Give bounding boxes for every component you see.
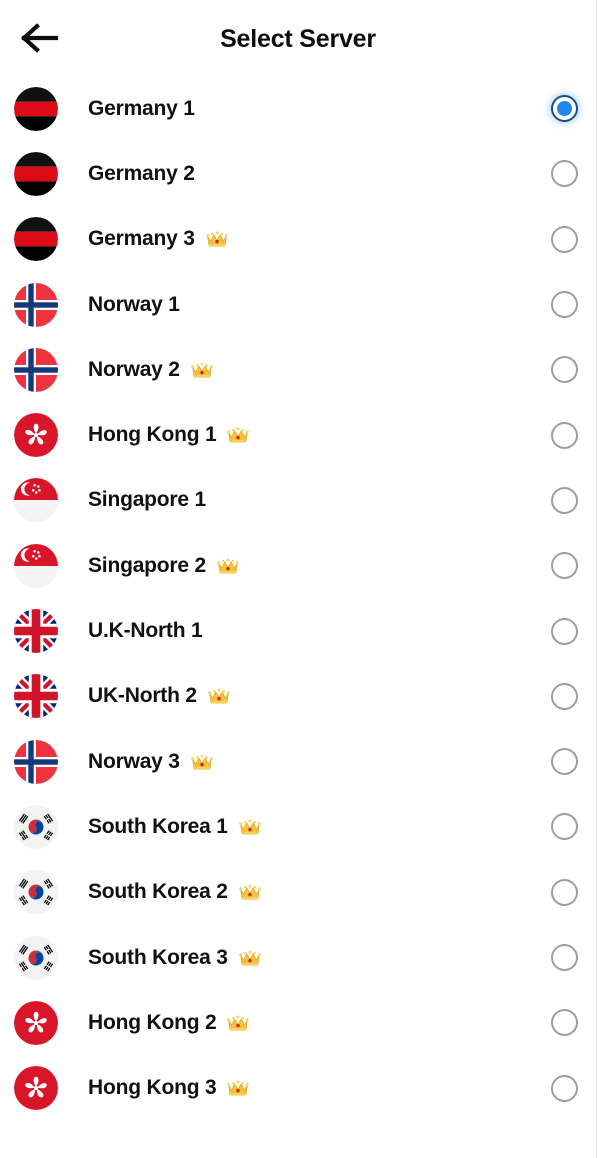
server-name: Hong Kong 2 (88, 1010, 217, 1034)
flag-icon-de (14, 217, 58, 262)
server-row[interactable]: Norway 1 (0, 271, 596, 338)
server-row[interactable]: Singapore 2 (0, 533, 596, 599)
server-row[interactable]: U.K-North 1 (0, 598, 596, 664)
crown-icon (227, 1080, 250, 1098)
flag-icon-kr (14, 870, 58, 915)
app-header: Select Server (0, 0, 596, 76)
flag-icon-gb (14, 609, 58, 654)
server-name: South Korea 3 (88, 945, 228, 969)
flag-icon-de (14, 86, 58, 131)
radio-button[interactable] (551, 225, 578, 253)
crown-icon (190, 754, 213, 772)
server-name: Hong Kong 1 (88, 423, 217, 447)
server-name: Norway 1 (88, 292, 180, 316)
radio-button[interactable] (551, 421, 578, 449)
server-name: Norway 2 (88, 357, 180, 381)
server-row[interactable]: Hong Kong 3 (0, 1055, 596, 1121)
server-name: Norway 3 (88, 749, 180, 773)
flag-icon-hk (14, 413, 58, 458)
flag-icon-hk (14, 1066, 58, 1111)
flag-icon-no (14, 282, 58, 327)
radio-button[interactable] (551, 291, 578, 319)
page-title: Select Server (220, 24, 376, 53)
crown-icon (238, 819, 261, 837)
flag-icon-de (14, 151, 58, 196)
crown-icon (190, 362, 213, 380)
server-name: Germany 3 (88, 227, 195, 251)
server-row[interactable]: Norway 3 (0, 728, 596, 795)
crown-icon (227, 427, 250, 445)
server-name: Singapore 1 (88, 488, 206, 512)
server-row[interactable]: Germany 3 (0, 206, 596, 272)
radio-button-selected[interactable] (551, 95, 578, 123)
flag-icon-no (14, 347, 58, 392)
radio-button[interactable] (551, 878, 578, 906)
radio-button[interactable] (551, 486, 578, 514)
select-server-screen: Select Server Germany 1 Germany 2 Germany … (0, 0, 597, 1158)
server-name: U.K-North 1 (88, 619, 203, 643)
crown-icon (238, 950, 261, 968)
flag-icon-kr (14, 935, 58, 980)
server-row[interactable]: Norway 2 (0, 337, 596, 403)
radio-button[interactable] (551, 617, 578, 645)
server-name: South Korea 1 (88, 814, 228, 838)
flag-icon-no (14, 739, 58, 784)
back-button[interactable] (14, 14, 66, 62)
flag-icon-kr (14, 804, 58, 849)
radio-button[interactable] (551, 748, 578, 776)
server-row[interactable]: South Korea 1 (0, 794, 596, 860)
server-row[interactable]: Hong Kong 2 (0, 990, 596, 1056)
radio-button[interactable] (551, 160, 578, 188)
flag-icon-sg (14, 543, 58, 588)
radio-button[interactable] (551, 552, 578, 580)
server-row[interactable]: Singapore 1 (0, 467, 596, 534)
server-row[interactable]: Hong Kong 1 (0, 402, 596, 468)
arrow-left-icon (21, 23, 59, 53)
server-row[interactable]: South Korea 2 (0, 859, 596, 925)
server-name: Germany 1 (88, 96, 195, 120)
radio-button[interactable] (551, 1074, 578, 1102)
radio-button[interactable] (551, 356, 578, 384)
server-row[interactable]: South Korea 3 (0, 924, 596, 991)
crown-icon (217, 558, 239, 576)
flag-icon-gb (14, 674, 58, 719)
crown-icon (208, 688, 230, 706)
server-row[interactable]: Germany 1 (0, 76, 596, 142)
crown-icon (227, 1015, 250, 1033)
radio-button[interactable] (551, 813, 578, 841)
server-name: Germany 2 (88, 161, 195, 185)
crown-icon (205, 231, 228, 249)
radio-button[interactable] (551, 944, 578, 971)
server-name: South Korea 2 (88, 880, 228, 904)
server-row[interactable]: Germany 2 (0, 141, 596, 207)
server-name: Hong Kong 3 (88, 1076, 217, 1100)
radio-button[interactable] (551, 682, 578, 710)
radio-button[interactable] (551, 1009, 578, 1037)
server-row[interactable]: UK-North 2 (0, 663, 596, 729)
flag-icon-sg (14, 478, 58, 523)
flag-icon-hk (14, 1000, 58, 1045)
server-name: Singapore 2 (88, 553, 206, 577)
server-list: Germany 1 Germany 2 Germany 3 Norway 1 Norwa… (0, 76, 596, 1121)
server-name: UK-North 2 (88, 684, 197, 708)
crown-icon (238, 884, 261, 902)
